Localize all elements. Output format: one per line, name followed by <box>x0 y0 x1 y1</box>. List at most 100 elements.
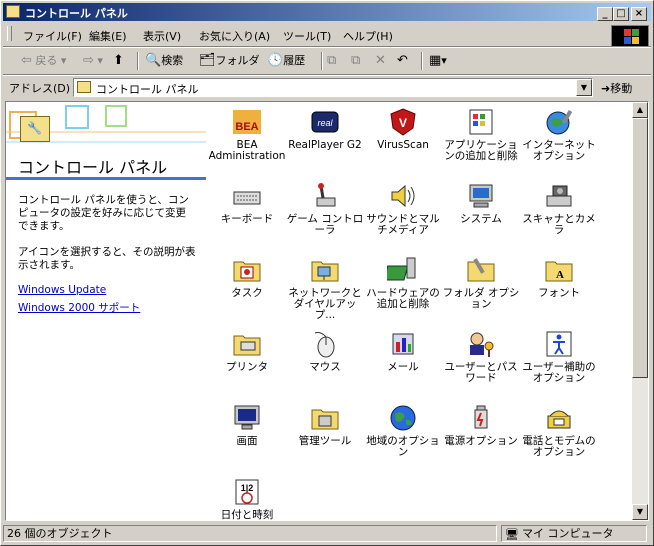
control-panel-item-label: 電話とモデムのオプション <box>522 435 596 458</box>
history-icon: 🕓 <box>267 53 284 68</box>
left-pane-rule <box>6 177 206 180</box>
control-panel-item-label: ユーザー補助のオプション <box>522 361 596 384</box>
control-panel-item[interactable]: 電源オプション <box>442 402 520 447</box>
left-pane-header: 🔧 コントロール パネル <box>6 102 206 180</box>
menu-toolbar-divider <box>3 46 651 48</box>
mouse-icon <box>314 332 335 358</box>
toolbar-separator <box>321 52 323 70</box>
forward-button[interactable]: ⇨ ▾ <box>83 52 103 70</box>
control-panel-item[interactable]: V VirusScan <box>364 106 442 151</box>
views-dropdown-icon: ▾ <box>441 54 447 67</box>
control-panel-item[interactable]: ネットワークとダイヤルアップ... <box>286 254 364 321</box>
control-panel-item[interactable]: 電話とモデムのオプション <box>520 402 598 458</box>
folders-button[interactable]: 🗂フォルダ <box>199 52 260 70</box>
back-button[interactable]: ⇦ 戻る ▾ <box>21 52 66 70</box>
go-button[interactable]: ➜移動 <box>601 80 632 96</box>
folder-options-icon <box>467 258 495 282</box>
folders-label: フォルダ <box>215 54 260 67</box>
control-panel-item[interactable]: BEA BEA Administration <box>208 106 286 162</box>
status-zone: 🖥 マイ コンピュータ <box>501 525 647 542</box>
control-panel-item[interactable]: サウンドとマルチメディア <box>364 180 442 236</box>
go-arrow-icon: ➜ <box>601 82 611 95</box>
menu-favorites[interactable]: お気に入り(A) <box>199 28 270 44</box>
menu-edit[interactable]: 編集(E) <box>89 28 127 44</box>
address-dropdown-button[interactable]: ▼ <box>576 79 592 96</box>
standard-toolbar: ⇦ 戻る ▾ ⇨ ▾ ⬆ 🔍検索 🗂フォルダ 🕓履歴 ⧉ ⧉ ✕ ↶ ▦▾ <box>3 49 651 73</box>
menu-help[interactable]: ヘルプ(H) <box>343 28 393 44</box>
folders-icon: 🗂 <box>199 53 216 68</box>
search-button[interactable]: 🔍検索 <box>145 52 183 70</box>
scanner-camera-icon <box>546 185 572 207</box>
menu-grip[interactable] <box>7 26 12 41</box>
control-panel-item[interactable]: システム <box>442 180 520 225</box>
status-zone-label: マイ コンピュータ <box>522 527 614 540</box>
menu-view[interactable]: 表示(V) <box>143 28 181 44</box>
control-panel-item[interactable]: フォルダ オプション <box>442 254 520 310</box>
copy-to-button[interactable]: ⧉ <box>351 52 360 70</box>
control-panel-item[interactable]: マウス <box>286 328 364 373</box>
svg-text:BEA: BEA <box>235 121 258 133</box>
views-button[interactable]: ▦▾ <box>429 52 447 70</box>
scroll-thumb[interactable] <box>632 118 648 378</box>
move-to-button[interactable]: ⧉ <box>327 52 336 70</box>
maximize-button[interactable]: □ <box>613 7 629 21</box>
vertical-scrollbar[interactable]: ▲ ▼ <box>632 102 648 520</box>
control-panel-item[interactable]: アプリケーションの追加と削除 <box>442 106 520 162</box>
control-panel-item-label: BEA Administration <box>208 139 286 162</box>
link-windows-2000-support[interactable]: Windows 2000 サポート <box>18 300 140 315</box>
address-field[interactable]: コントロール パネル ▼ <box>73 78 593 97</box>
control-panel-item[interactable]: キーボード <box>208 180 286 225</box>
scroll-up-button[interactable]: ▲ <box>632 102 648 118</box>
address-value[interactable]: コントロール パネル <box>96 81 199 97</box>
control-panel-item-label: システム <box>460 213 502 225</box>
admin-tools-icon <box>311 409 339 430</box>
keyboard-icon <box>233 191 261 205</box>
add-hardware-icon <box>387 257 416 281</box>
left-pane-description: コントロール パネルを使うと、コンピュータの設定を好みに応じて変更できます。 <box>18 194 189 232</box>
control-panel-item[interactable]: real RealPlayer G2 <box>286 106 364 151</box>
scroll-down-button[interactable]: ▼ <box>632 504 648 520</box>
control-panel-item[interactable]: ユーザーとパスワード <box>442 328 520 384</box>
control-panel-item[interactable]: 管理ツール <box>286 402 364 447</box>
control-panel-item[interactable]: 1|2 日付と時刻 <box>208 476 286 520</box>
control-panel-item[interactable]: ハードウェアの追加と削除 <box>364 254 442 310</box>
control-panel-item-label: アプリケーションの追加と削除 <box>444 139 518 162</box>
menu-tools[interactable]: ツール(T) <box>283 28 331 44</box>
control-panel-item-label: スキャナとカメラ <box>522 213 596 236</box>
control-panel-item-label: VirusScan <box>377 139 429 151</box>
delete-button[interactable]: ✕ <box>375 52 386 70</box>
control-panel-item[interactable]: ゲーム コントローラ <box>286 180 364 236</box>
close-button[interactable]: × <box>631 7 647 21</box>
system-icon <box>469 184 493 208</box>
minimize-button[interactable]: _ <box>597 7 613 21</box>
control-panel-item[interactable]: インターネット オプション <box>520 106 598 162</box>
windows-logo-icon <box>611 25 649 47</box>
control-panel-item[interactable]: A フォント <box>520 254 598 299</box>
control-panel-item-label: プリンタ <box>226 361 268 373</box>
title-bar[interactable]: コントロール パネル _ □ × <box>3 3 651 21</box>
control-panel-item[interactable]: プリンタ <box>208 328 286 373</box>
control-panel-item-label: タスク <box>231 287 263 299</box>
control-panel-item[interactable]: スキャナとカメラ <box>520 180 598 236</box>
control-panel-item-label: RealPlayer G2 <box>288 139 362 151</box>
control-panel-item[interactable]: 画面 <box>208 402 286 447</box>
link-windows-update[interactable]: Windows Update <box>18 284 106 296</box>
network-icon <box>311 261 339 282</box>
control-panel-item-label: キーボード <box>220 213 274 225</box>
up-folder-button[interactable]: ⬆ <box>113 52 124 70</box>
menu-file[interactable]: ファイル(F) <box>23 28 82 44</box>
copy-to-icon: ⧉ <box>351 53 361 68</box>
svg-text:real: real <box>317 118 333 128</box>
display-icon <box>234 405 260 430</box>
go-label: 移動 <box>610 82 633 95</box>
control-panel-item[interactable]: 地域のオプション <box>364 402 442 458</box>
control-panel-item[interactable]: タスク <box>208 254 286 299</box>
bea-icon: BEA <box>233 110 261 134</box>
control-panel-item[interactable]: ユーザー補助のオプション <box>520 328 598 384</box>
history-button[interactable]: 🕓履歴 <box>267 52 305 70</box>
undo-button[interactable]: ↶ <box>397 52 408 70</box>
users-passwords-icon <box>470 332 494 357</box>
left-pane-title: コントロール パネル <box>18 158 168 177</box>
control-panel-item[interactable]: メール <box>364 328 442 373</box>
control-panel-item-label: 地域のオプション <box>366 435 440 458</box>
